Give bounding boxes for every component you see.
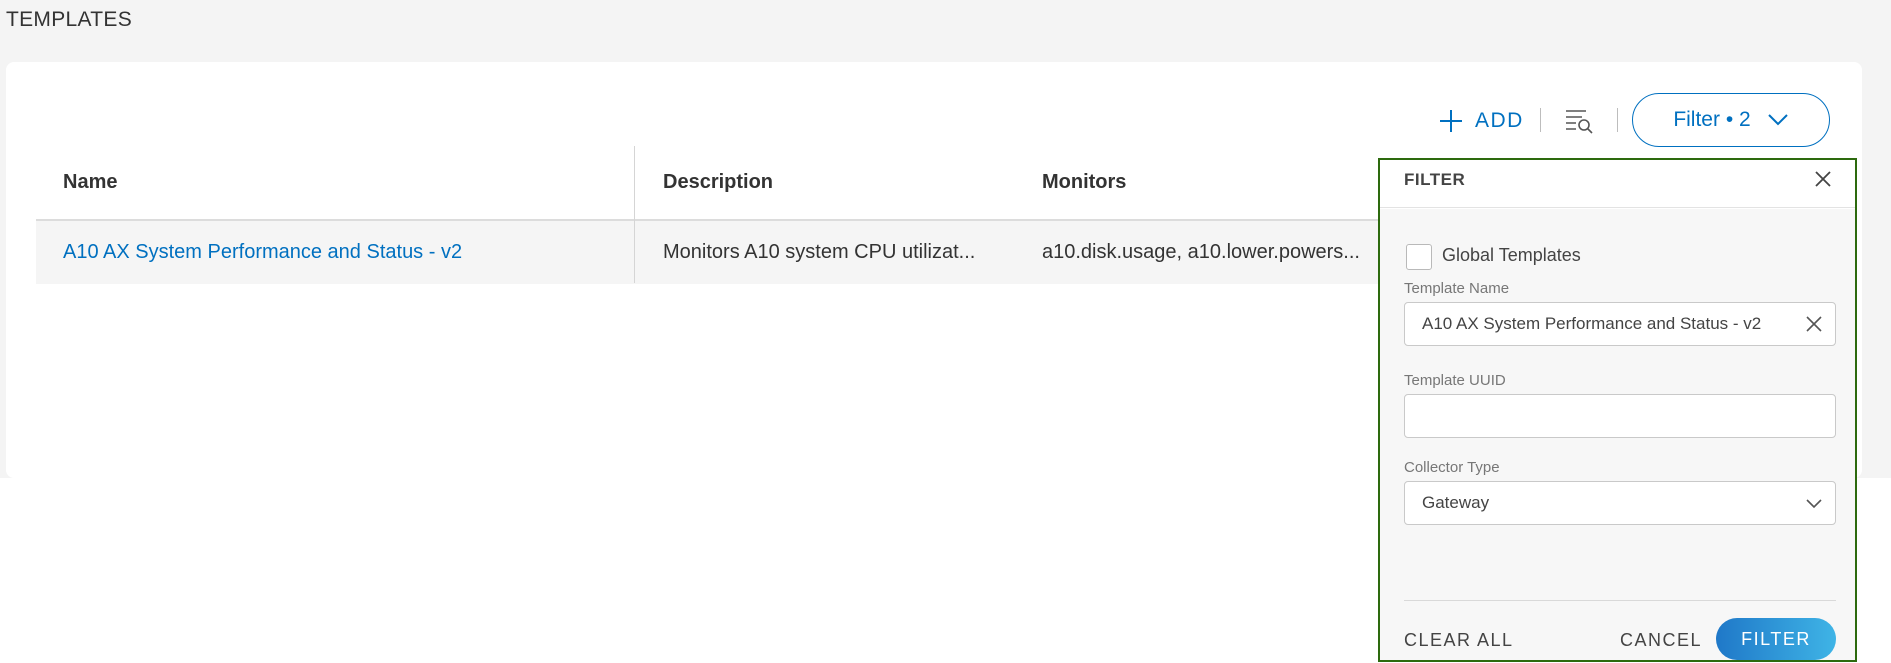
apply-filter-button[interactable]: FILTER xyxy=(1716,618,1836,660)
toolbar-divider xyxy=(1540,108,1541,132)
filter-panel-header: FILTER xyxy=(1380,160,1855,208)
template-name-value: A10 AX System Performance and Status - v… xyxy=(1422,314,1762,333)
toolbar-divider xyxy=(1617,108,1618,132)
search-filter-icon[interactable] xyxy=(1564,106,1594,134)
row-monitors: a10.disk.usage, a10.lower.powers... xyxy=(1042,241,1360,263)
row-description: Monitors A10 system CPU utilizat... xyxy=(663,241,976,263)
filter-toggle-button[interactable]: Filter • 2 xyxy=(1632,93,1830,147)
global-templates-checkbox[interactable] xyxy=(1406,244,1432,270)
filter-panel-title: FILTER xyxy=(1404,170,1466,189)
filter-panel-divider xyxy=(1404,600,1836,601)
template-name-input[interactable]: A10 AX System Performance and Status - v… xyxy=(1404,302,1836,346)
template-uuid-label: Template UUID xyxy=(1404,372,1506,389)
cancel-button[interactable]: CANCEL xyxy=(1620,630,1702,651)
column-header-name[interactable]: Name xyxy=(63,146,117,219)
clear-icon[interactable] xyxy=(1805,315,1823,333)
template-name-label: Template Name xyxy=(1404,280,1510,297)
chevron-down-icon xyxy=(1767,114,1788,126)
clear-all-button[interactable]: CLEAR ALL xyxy=(1404,630,1514,651)
collector-type-value: Gateway xyxy=(1422,493,1490,512)
column-header-description[interactable]: Description xyxy=(663,146,773,219)
collector-type-label: Collector Type xyxy=(1404,459,1500,476)
table-row[interactable]: A10 AX System Performance and Status - v… xyxy=(36,221,1386,284)
row-name-link[interactable]: A10 AX System Performance and Status - v… xyxy=(63,221,643,284)
page-title: TEMPLATES xyxy=(6,8,133,31)
plus-icon xyxy=(1440,110,1462,132)
column-header-monitors[interactable]: Monitors xyxy=(1042,146,1126,219)
table-header: Name Description Monitors xyxy=(36,146,1386,221)
add-button[interactable]: ADD xyxy=(1437,105,1524,137)
global-templates-label: Global Templates xyxy=(1442,245,1581,265)
close-icon[interactable] xyxy=(1810,166,1836,192)
template-uuid-input[interactable] xyxy=(1404,394,1836,438)
filter-toggle-label: Filter • 2 xyxy=(1673,108,1751,131)
collector-type-select[interactable]: Gateway xyxy=(1404,481,1836,525)
filter-panel: FILTER Global Templates Template Name A1… xyxy=(1378,158,1857,662)
chevron-down-icon xyxy=(1806,499,1822,509)
column-divider[interactable] xyxy=(634,146,635,283)
add-button-label: ADD xyxy=(1475,109,1524,132)
